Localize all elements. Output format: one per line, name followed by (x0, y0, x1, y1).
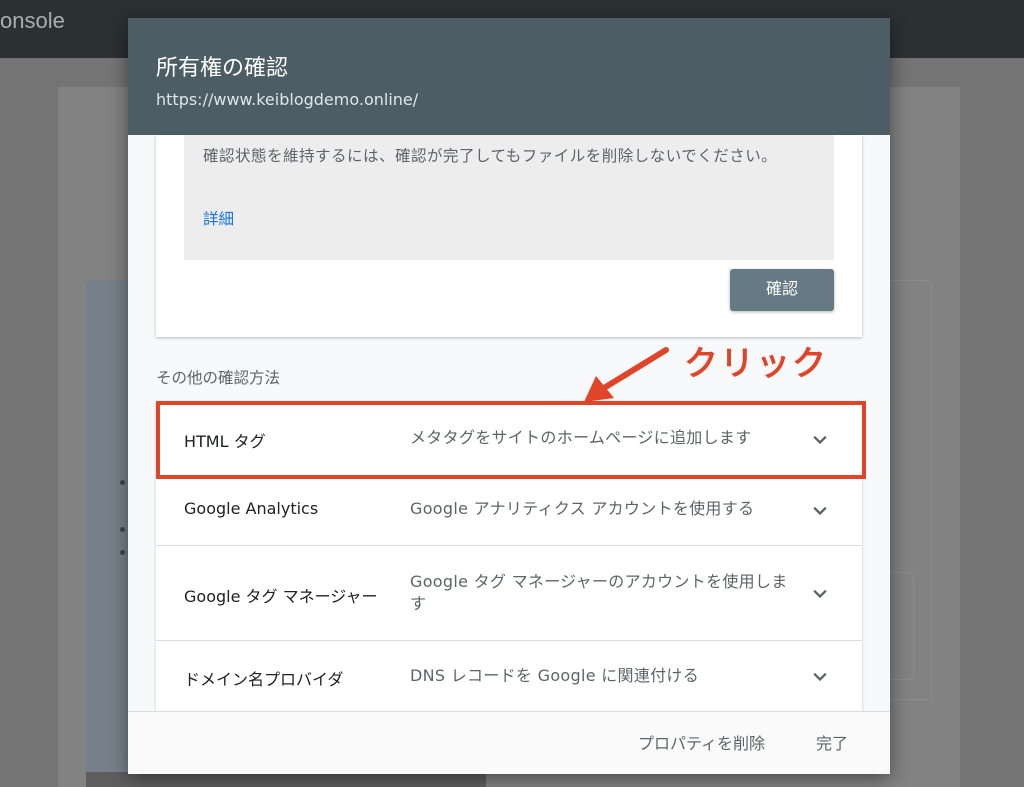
chevron-down-icon[interactable] (806, 496, 834, 524)
method-name: Google Analytics (184, 499, 319, 518)
method-row-domain-provider[interactable]: ドメイン名プロバイダ DNS レコードを Google に関連付ける (156, 641, 862, 715)
dialog-footer: プロパティを削除 完了 (128, 711, 890, 774)
method-name: ドメイン名プロバイダ (184, 670, 344, 689)
method-description: Google タグ マネージャーのアカウントを使用します (410, 572, 788, 613)
dialog-title: 所有権の確認 (156, 56, 289, 81)
dialog-header: 所有権の確認 https://www.keiblogdemo.online/ (128, 18, 890, 135)
other-methods-heading: その他の確認方法 (156, 369, 281, 387)
method-name: Google タグ マネージャー (184, 587, 378, 606)
method-description: DNS レコードを Google に関連付ける (410, 666, 700, 685)
details-link[interactable]: 詳細 (203, 207, 234, 229)
verify-button[interactable]: 確認 (730, 269, 834, 311)
app-brand: onsole (0, 8, 65, 33)
delete-property-button[interactable]: プロパティを削除 (638, 726, 765, 758)
chevron-down-icon[interactable] (806, 662, 834, 690)
property-url: https://www.keiblogdemo.online/ (156, 90, 419, 109)
done-button[interactable]: 完了 (816, 726, 848, 758)
method-row-google-analytics[interactable]: Google Analytics Google アナリティクス アカウントを使用… (156, 477, 862, 546)
background-bullet (120, 480, 125, 485)
method-row-google-tag-manager[interactable]: Google タグ マネージャー Google タグ マネージャーのアカウントを… (156, 546, 862, 641)
arrow-icon (584, 347, 669, 402)
highlight-box (156, 401, 866, 479)
method-description: Google アナリティクス アカウントを使用する (410, 499, 755, 518)
ownership-verification-dialog: 所有権の確認 https://www.keiblogdemo.online/ 確… (128, 18, 890, 774)
chevron-down-icon[interactable] (806, 579, 834, 607)
verification-card: 確認状態を維持するには、確認が完了してもファイルを削除しないでください。 詳細 … (156, 135, 862, 337)
background-bullet (120, 527, 125, 532)
background-strip (86, 772, 486, 787)
note-text: 確認状態を維持するには、確認が完了してもファイルを削除しないでください。 (203, 147, 778, 165)
background-bullet (120, 550, 125, 555)
click-annotation: クリック (684, 344, 828, 384)
verification-note: 確認状態を維持するには、確認が完了してもファイルを削除しないでください。 詳細 (184, 135, 834, 260)
